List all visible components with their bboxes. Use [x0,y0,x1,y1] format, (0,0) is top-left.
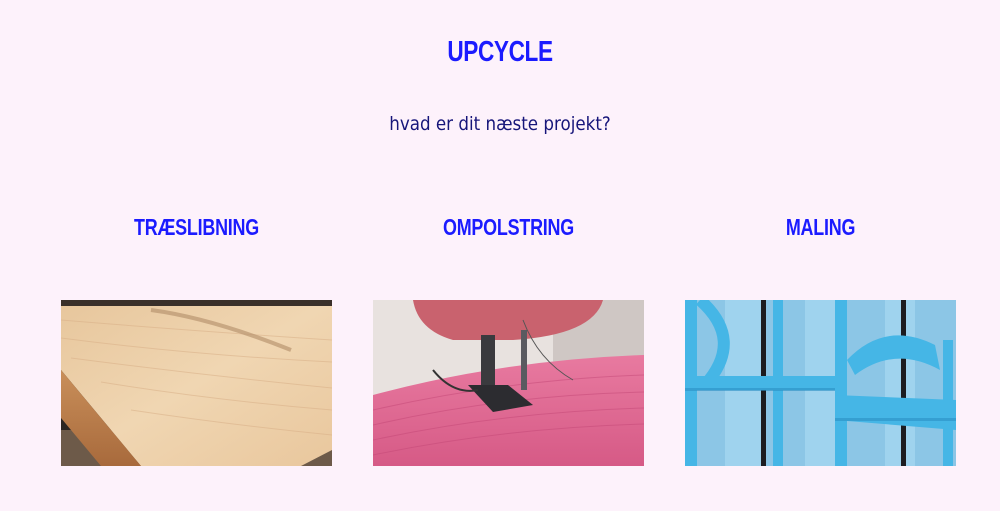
category-card-maling[interactable]: MALING [685,210,956,466]
category-card-traeslibning[interactable]: TRÆSLIBNING [61,210,332,466]
card-title[interactable]: TRÆSLIBNING [91,210,302,244]
category-card-ompolstring[interactable]: OMPOLSTRING [373,210,644,466]
blue-chair-image[interactable] [685,300,956,466]
page-subtitle: hvad er dit næste projekt? [389,113,611,135]
sewing-machine-image[interactable] [373,300,644,466]
page-title: UPCYCLE [447,36,553,68]
sanded-wood-image[interactable] [61,300,332,466]
card-title[interactable]: OMPOLSTRING [403,210,614,244]
card-title[interactable]: MALING [715,210,926,244]
